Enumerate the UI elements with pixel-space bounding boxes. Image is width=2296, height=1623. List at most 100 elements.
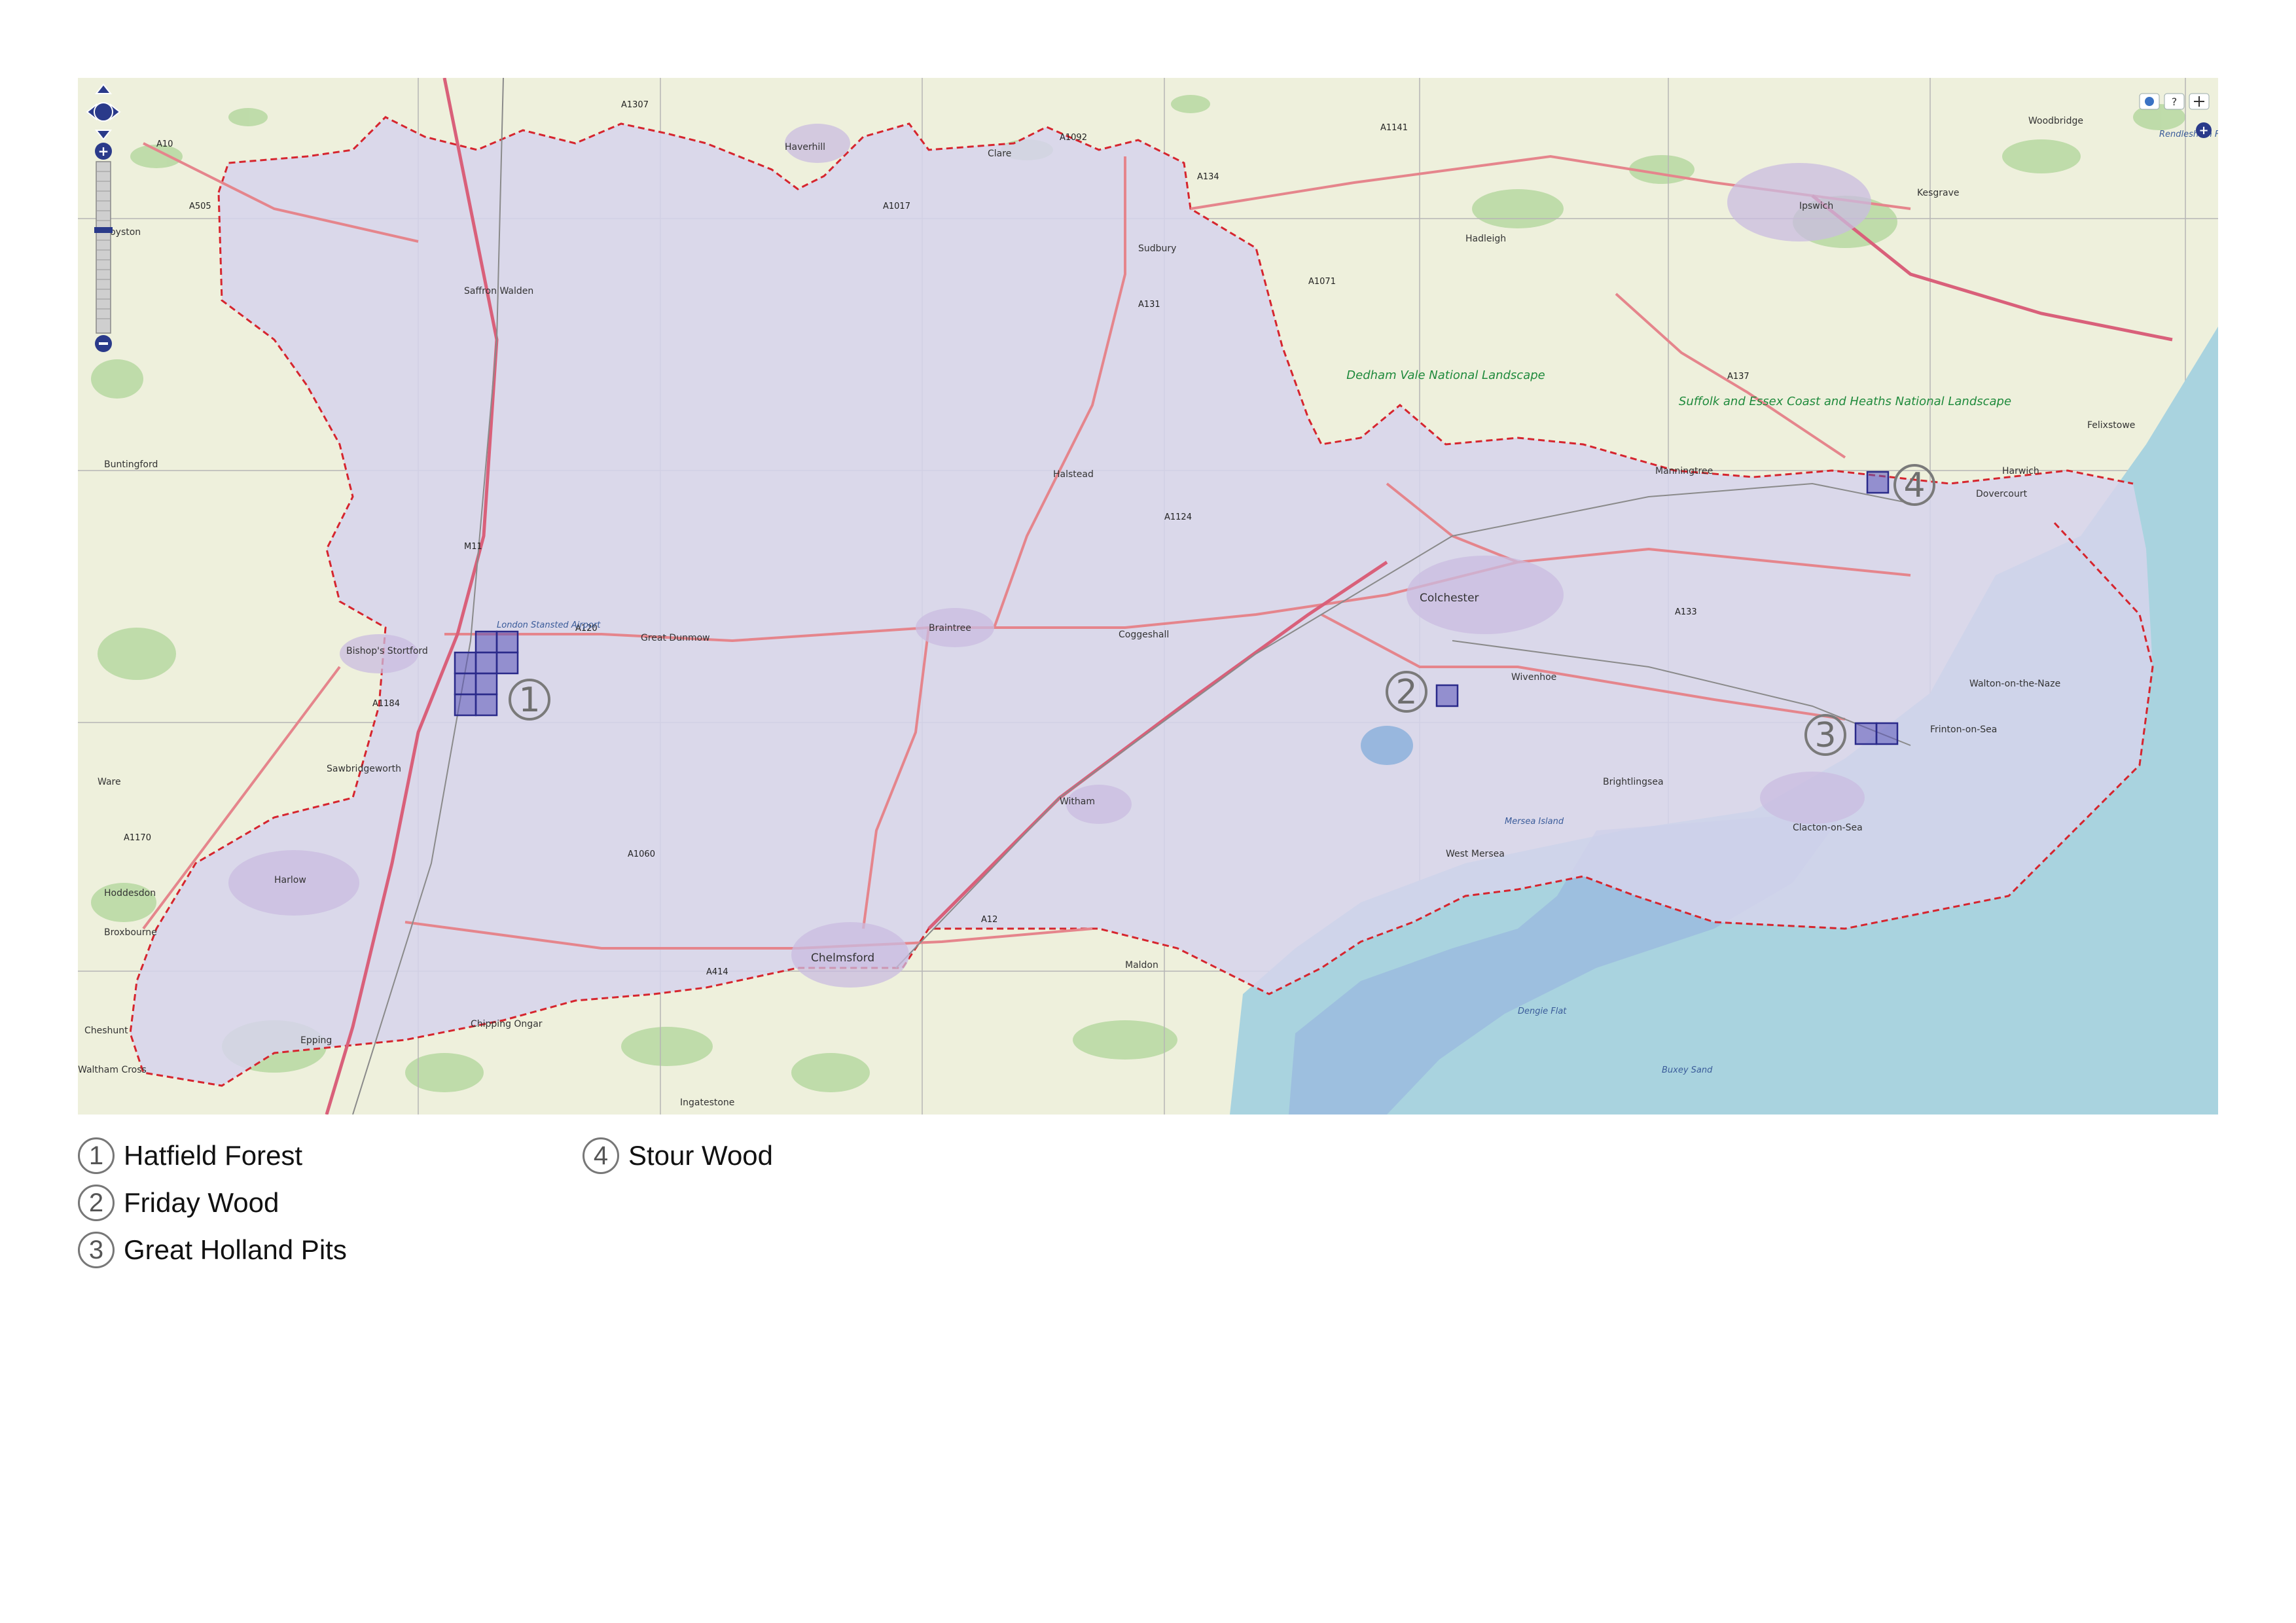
suffolk-coast-label: Suffolk and Essex Coast and Heaths Natio… [1679, 395, 2011, 408]
road-label: A1307 [621, 100, 649, 110]
place-label: Sawbridgeworth [327, 764, 401, 774]
place-label: Chipping Ongar [471, 1019, 543, 1029]
site-1-cell [475, 672, 498, 696]
road-label: A12 [981, 915, 997, 925]
road-label: A10 [156, 139, 173, 149]
place-label: Clare [988, 149, 1011, 159]
place-label: Braintree [929, 623, 971, 633]
place-label: Ipswich [1799, 201, 1833, 211]
place-label: Manningtree [1655, 466, 1713, 476]
road-label: A1184 [372, 699, 400, 709]
pan-down-icon [94, 130, 113, 141]
svg-text:+: + [98, 143, 109, 159]
place-label: Broxbourne [104, 927, 157, 938]
site-1-cell [495, 630, 519, 654]
road-label: A1092 [1060, 133, 1087, 143]
legend-number: 1 [78, 1137, 115, 1174]
legend-label: Friday Wood [124, 1187, 279, 1218]
legend-item: 4 Stour Wood [583, 1137, 773, 1174]
zoom-control[interactable]: + [92, 142, 115, 353]
place-label: Chelmsford [811, 952, 874, 965]
site-1-cell [475, 693, 498, 717]
site-3-cell [1875, 722, 1899, 745]
place-label: Colchester [1420, 592, 1479, 605]
place-label: Frinton-on-Sea [1930, 724, 1997, 735]
zoom-slider-handle [94, 227, 113, 233]
water-label: Buxey Sand [1662, 1065, 1713, 1075]
site-3-cell [1854, 722, 1878, 745]
road-label: A131 [1138, 300, 1160, 310]
road-label: A1060 [628, 849, 655, 859]
place-label: Sudbury [1138, 243, 1176, 254]
svg-text:+: + [2198, 124, 2208, 137]
marker-4: 4 [1903, 466, 1925, 505]
road-label: A1124 [1164, 512, 1192, 522]
place-label: Woodbridge [2028, 116, 2083, 126]
place-label: Halstead [1053, 469, 1094, 480]
legend-number: 4 [583, 1137, 619, 1174]
site-1-cell [495, 651, 519, 675]
place-label: Brightlingsea [1603, 777, 1664, 787]
place-label: Hadleigh [1465, 234, 1506, 244]
place-label: West Mersea [1446, 849, 1505, 859]
map-view[interactable]: Royston Saffron Walden Haverhill Clare S… [78, 78, 2218, 1115]
legend-label: Stour Wood [628, 1140, 774, 1171]
place-label: Kesgrave [1917, 188, 1960, 198]
site-2-cell [1435, 684, 1459, 707]
site-1-cell [454, 651, 477, 675]
place-label: Witham [1060, 796, 1095, 807]
road-label: A505 [189, 202, 211, 211]
pan-up-icon [94, 83, 113, 94]
reservoir [1361, 726, 1413, 765]
place-label: Bishop's Stortford [346, 646, 428, 656]
place-label: Great Dunmow [641, 633, 710, 643]
map-canvas: Royston Saffron Walden Haverhill Clare S… [78, 78, 2218, 1115]
place-label: Waltham Cross [78, 1065, 147, 1075]
road-label: A133 [1675, 607, 1697, 617]
place-label: Dovercourt [1976, 489, 2028, 499]
svg-text:?: ? [2172, 96, 2178, 108]
site-4-cell [1866, 471, 1890, 494]
site-1-cell [475, 651, 498, 675]
place-label: Harlow [274, 875, 306, 885]
road-label: A414 [706, 967, 728, 977]
place-label: Wivenhoe [1511, 672, 1556, 683]
road-label: A1071 [1308, 277, 1336, 287]
pan-control[interactable] [86, 83, 121, 141]
water-label: Mersea Island [1505, 817, 1564, 827]
legend-label: Hatfield Forest [124, 1140, 303, 1171]
place-label: Hoddesdon [104, 888, 156, 899]
airport-label: London Stansted Airport [497, 620, 601, 630]
pan-center-icon [94, 102, 113, 122]
place-label: Felixstowe [2087, 420, 2135, 431]
place-label: Ingatestone [680, 1097, 734, 1108]
place-label: Walton-on-the-Naze [1969, 679, 2060, 689]
road-label: M11 [464, 542, 482, 552]
site-1-cell [475, 630, 498, 654]
marker-1: 1 [518, 681, 540, 720]
marker-2: 2 [1395, 673, 1417, 712]
road-label: A1141 [1380, 123, 1408, 133]
place-label: Epping [300, 1035, 332, 1046]
legend-item: 3 Great Holland Pits [78, 1232, 347, 1268]
place-label: Harwich [2002, 466, 2039, 476]
legend-number: 3 [78, 1232, 115, 1268]
zoom-slider-track [96, 161, 111, 334]
place-label: Maldon [1125, 960, 1158, 971]
place-label: Clacton-on-Sea [1793, 823, 1863, 833]
place-label: Saffron Walden [464, 286, 533, 296]
site-1-cell [454, 693, 477, 717]
water-label: Dengie Flat [1518, 1007, 1567, 1016]
place-label: Ware [98, 777, 121, 787]
place-label: Cheshunt [84, 1026, 128, 1036]
road-label: A1017 [883, 202, 910, 211]
site-1-cell [454, 672, 477, 696]
dedham-label: Dedham Vale National Landscape [1346, 368, 1545, 382]
marker-3: 3 [1814, 716, 1836, 755]
legend-item: 1 Hatfield Forest [78, 1137, 302, 1174]
legend-item: 2 Friday Wood [78, 1185, 279, 1221]
place-label: Haverhill [785, 142, 825, 152]
map-tools[interactable]: ? + [2134, 90, 2213, 149]
place-label: Coggeshall [1119, 630, 1169, 640]
place-label: Buntingford [104, 459, 158, 470]
